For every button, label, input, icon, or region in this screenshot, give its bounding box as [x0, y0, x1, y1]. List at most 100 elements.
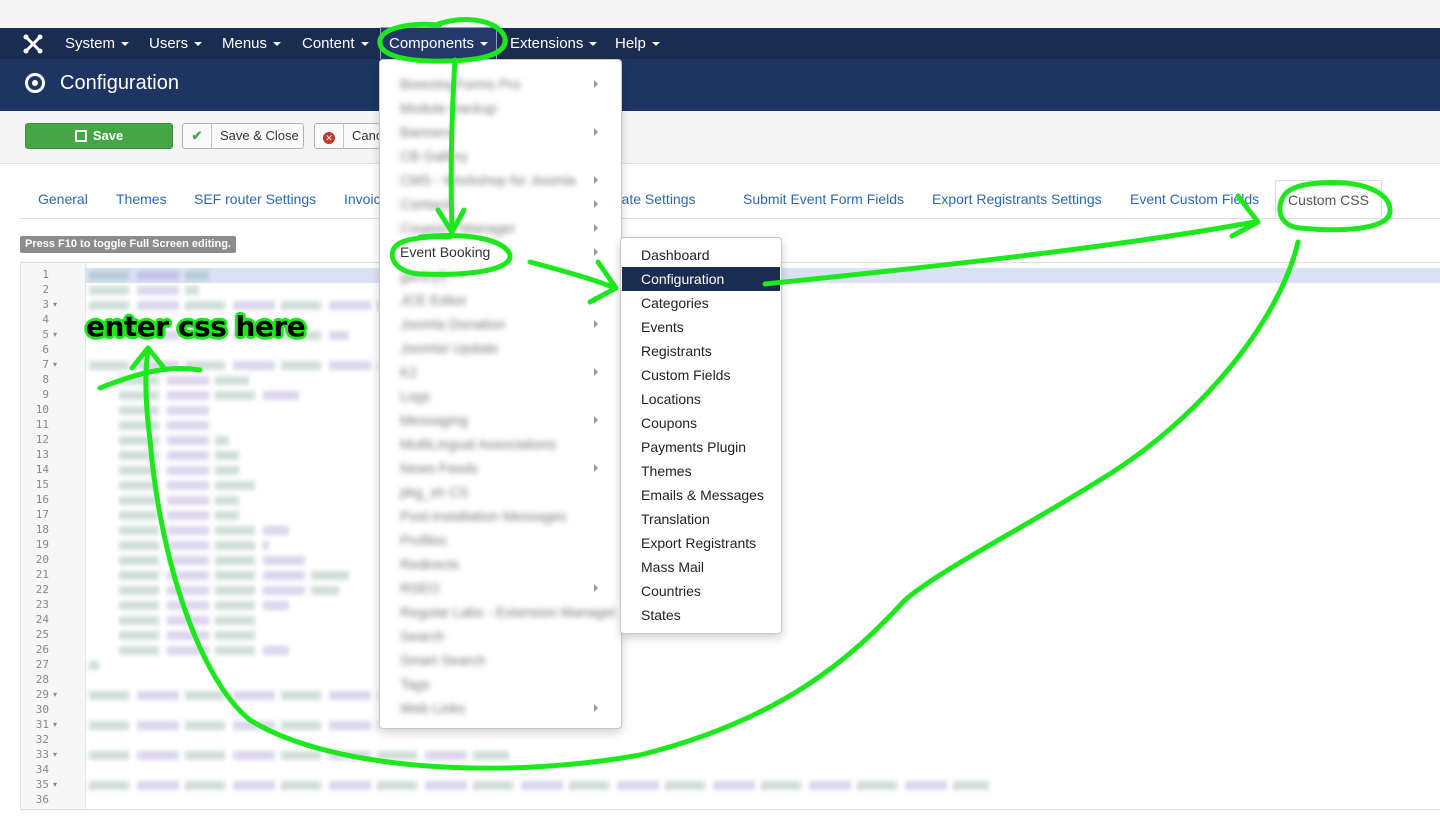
components-menu-item[interactable]: Logs: [400, 384, 610, 408]
menu-item-event-booking[interactable]: Event Booking: [400, 240, 610, 264]
code-line: [119, 451, 239, 460]
components-menu-item[interactable]: Smart Search: [400, 648, 610, 672]
fold-arrow-icon[interactable]: ▾: [53, 330, 57, 339]
submenu-item-translation[interactable]: Translation: [622, 507, 780, 531]
submenu-item-payments-plugin[interactable]: Payments Plugin: [622, 435, 780, 459]
components-menu-item[interactable]: Search: [400, 624, 610, 648]
components-menu-item[interactable]: MultiLingual Associations: [400, 432, 610, 456]
code-line: [89, 301, 389, 310]
nav-components[interactable]: Components: [379, 27, 498, 60]
tab-themes[interactable]: Themes: [116, 180, 167, 218]
fold-arrow-icon[interactable]: ▾: [53, 690, 57, 699]
components-menu-item[interactable]: gantry5: [400, 264, 610, 288]
nav-system[interactable]: System: [57, 28, 137, 59]
components-menu-item[interactable]: Banners: [400, 120, 610, 144]
code-line: [89, 751, 509, 760]
line-number: 13: [35, 448, 49, 461]
code-line: [89, 286, 199, 295]
line-number: 32: [35, 733, 49, 746]
components-menu-item[interactable]: Redirects: [400, 552, 610, 576]
menu-item-label: Joomla Donation: [400, 316, 506, 332]
submenu-item-dashboard[interactable]: Dashboard: [622, 243, 780, 267]
components-menu-item[interactable]: Joomla Donation: [400, 312, 610, 336]
components-menu-item[interactable]: Joomla! Update: [400, 336, 610, 360]
nav-content[interactable]: Content: [294, 28, 377, 59]
fold-arrow-icon[interactable]: ▾: [53, 360, 57, 369]
tab-general[interactable]: General: [38, 180, 88, 218]
tab-export-registrants-settings[interactable]: Export Registrants Settings: [932, 180, 1102, 218]
line-number: 35: [35, 778, 49, 791]
menu-item-label: News Feeds: [400, 460, 478, 476]
submenu-item-locations[interactable]: Locations: [622, 387, 780, 411]
components-menu-item[interactable]: Messaging: [400, 408, 610, 432]
components-menu-item[interactable]: pkg_sh CS: [400, 480, 610, 504]
components-menu-item[interactable]: Profiles: [400, 528, 610, 552]
fullscreen-hint: Press F10 to toggle Full Screen editing.: [20, 236, 236, 253]
submenu-item-states[interactable]: States: [622, 603, 780, 627]
submenu-item-coupons[interactable]: Coupons: [622, 411, 780, 435]
caret-down-icon: [589, 42, 598, 47]
joomla-logo-icon[interactable]: [22, 33, 44, 55]
components-menu-item[interactable]: News Feeds: [400, 456, 610, 480]
nav-users[interactable]: Users: [141, 28, 210, 59]
components-menu-item[interactable]: Web Links: [400, 696, 610, 720]
components-menu-item[interactable]: CB Gallery: [400, 144, 610, 168]
components-menu-item[interactable]: K2: [400, 360, 610, 384]
fold-arrow-icon[interactable]: ▾: [53, 780, 57, 789]
line-number: 34: [35, 763, 49, 776]
tab-event-custom-fields[interactable]: Event Custom Fields: [1130, 180, 1259, 218]
nav-menus[interactable]: Menus: [214, 28, 289, 59]
components-menu-item[interactable]: Tags: [400, 672, 610, 696]
browser-top-strip: [0, 0, 1440, 29]
cancel-button[interactable]: ✕ Cancel: [314, 123, 380, 149]
nav-label: Help: [615, 35, 646, 52]
components-menu-item[interactable]: Module Backup: [400, 96, 610, 120]
menu-item-label: Search: [400, 628, 445, 644]
submenu-item-registrants[interactable]: Registrants: [622, 339, 780, 363]
submenu-item-configuration[interactable]: Configuration: [622, 267, 780, 291]
tab-sef-router-settings[interactable]: SEF router Settings: [194, 180, 316, 218]
fold-arrow-icon[interactable]: ▾: [53, 720, 57, 729]
submenu-item-custom-fields[interactable]: Custom Fields: [622, 363, 780, 387]
line-number: 22: [35, 583, 49, 596]
submenu-item-emails-messages[interactable]: Emails & Messages: [622, 483, 780, 507]
submenu-item-export-registrants[interactable]: Export Registrants: [622, 531, 780, 555]
line-number: 4: [42, 313, 49, 326]
fold-arrow-icon[interactable]: ▾: [53, 300, 57, 309]
line-number: 27: [35, 658, 49, 671]
components-menu-item[interactable]: CMS - Workshop for Joomla: [400, 168, 610, 192]
event-booking-submenu: Dashboard Configuration Categories Events Re…: [620, 237, 782, 634]
code-line: [119, 571, 349, 580]
components-menu-item[interactable]: JCE Editor: [400, 288, 610, 312]
line-number: 7: [42, 358, 49, 371]
nav-extensions[interactable]: Extensions: [502, 28, 605, 59]
components-menu-item[interactable]: BreezingForms Pro: [400, 72, 610, 96]
code-line: [119, 391, 299, 400]
submenu-item-categories[interactable]: Categories: [622, 291, 780, 315]
save-close-button[interactable]: ✔ Save & Close: [182, 123, 304, 149]
fold-arrow-icon[interactable]: ▾: [53, 750, 57, 759]
menu-item-label: gantry5: [400, 268, 447, 284]
components-menu-item[interactable]: Coupons Manager: [400, 216, 610, 240]
code-line: [119, 601, 289, 610]
save-button[interactable]: Save: [25, 123, 173, 149]
line-number: 9: [42, 388, 49, 401]
menu-item-label: Profiles: [400, 532, 447, 548]
submenu-arrow-icon: [594, 416, 598, 424]
line-number: 12: [35, 433, 49, 446]
submenu-item-events[interactable]: Events: [622, 315, 780, 339]
components-menu-item[interactable]: RSEO: [400, 576, 610, 600]
code-line: [119, 541, 269, 550]
components-menu-item[interactable]: Contacts: [400, 192, 610, 216]
submenu-item-mass-mail[interactable]: Mass Mail: [622, 555, 780, 579]
tab-submit-event-form-fields[interactable]: Submit Event Form Fields: [743, 180, 904, 218]
submenu-item-countries[interactable]: Countries: [622, 579, 780, 603]
components-menu-item[interactable]: Post-installation Messages: [400, 504, 610, 528]
components-dropdown: BreezingForms Pro Module Backup Banners CB …: [379, 59, 622, 729]
line-number: 33: [35, 748, 49, 761]
tab-custom-css[interactable]: Custom CSS: [1275, 180, 1382, 218]
submenu-item-themes[interactable]: Themes: [622, 459, 780, 483]
components-menu-item[interactable]: Regular Labs - Extension Manager: [400, 600, 616, 624]
menu-item-label: Event Booking: [400, 244, 491, 260]
nav-help[interactable]: Help: [607, 28, 668, 59]
